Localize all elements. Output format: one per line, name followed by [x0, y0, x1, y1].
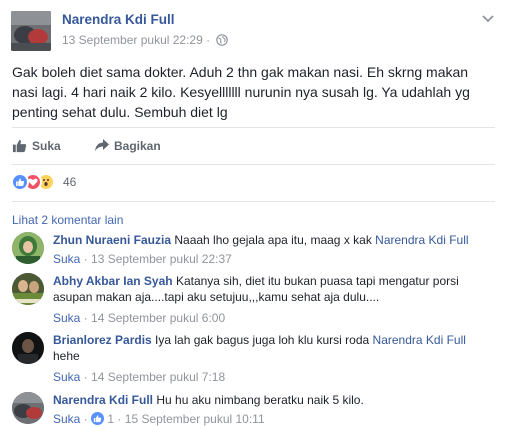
author-name[interactable]: Narendra Kdi Full	[62, 12, 175, 27]
thumbs-up-icon	[12, 139, 27, 153]
commenter-avatar[interactable]	[12, 273, 44, 305]
comment-like-link[interactable]: Suka	[53, 412, 80, 426]
comment-text-block: Brianlorez Pardis Iya lah gak bagus juga…	[53, 332, 493, 364]
like-reaction-icon	[91, 412, 105, 425]
comment-timestamp[interactable]: 14 September pukul 6:00	[91, 311, 225, 325]
commenter-avatar[interactable]	[12, 392, 44, 424]
comment-text: Iya lah gak bagus juga loh klu kursi rod…	[155, 333, 370, 347]
comment-like-count[interactable]: 1	[107, 412, 114, 426]
commenter-name[interactable]: Abhy Akbar Ian Syah	[53, 274, 173, 288]
comment-meta: Suka · 13 September pukul 22:37	[53, 252, 232, 266]
comment-text-block: Zhun Nuraeni Fauzia Naaah lho gejala apa…	[53, 232, 493, 248]
comment-meta: Suka · 14 September pukul 7:18	[53, 370, 225, 384]
meta-dot: ·	[83, 311, 88, 325]
commenter-name[interactable]: Narendra Kdi Full	[53, 393, 153, 407]
meta-dot: ·	[83, 370, 88, 384]
commenter-avatar[interactable]	[12, 332, 44, 364]
view-more-comments-link[interactable]: Lihat 2 komentar lain	[12, 213, 123, 227]
chevron-down-icon[interactable]	[481, 14, 495, 24]
time-separator: ·	[206, 33, 211, 47]
post-body: Gak boleh diet sama dokter. Aduh 2 thn g…	[12, 64, 470, 120]
comment-meta: Suka · 1 · 15 September pukul 10:11	[53, 412, 265, 426]
commenter-name[interactable]: Zhun Nuraeni Fauzia	[53, 233, 171, 247]
like-reaction-icon	[11, 173, 29, 191]
commenter-name[interactable]: Brianlorez Pardis	[53, 333, 152, 347]
tagged-user-link[interactable]: Narendra Kdi Full	[373, 333, 466, 347]
share-arrow-icon	[95, 139, 109, 151]
post-time-text[interactable]: 13 September pukul 22:29	[62, 33, 203, 47]
tagged-user-link[interactable]: Narendra Kdi Full	[375, 233, 468, 247]
meta-dot: ·	[117, 412, 122, 426]
like-label: Suka	[32, 139, 61, 153]
comment-timestamp[interactable]: 13 September pukul 22:37	[91, 252, 232, 266]
divider	[12, 164, 495, 165]
comment-text-block: Narendra Kdi Full Hu hu aku nimbang bera…	[53, 392, 493, 408]
meta-dot: ·	[83, 412, 88, 426]
comment-text-block: Abhy Akbar Ian Syah Katanya sih, diet it…	[53, 273, 493, 305]
post-header: Narendra Kdi Full 13 September pukul 22:…	[0, 0, 507, 56]
comment-meta: Suka · 14 September pukul 6:00	[53, 311, 225, 325]
comment-like-link[interactable]: Suka	[53, 252, 80, 266]
reaction-count[interactable]: 46	[63, 175, 76, 189]
post-timestamp[interactable]: 13 September pukul 22:29 ·	[62, 33, 229, 47]
divider	[12, 127, 495, 128]
author-avatar[interactable]	[11, 11, 51, 51]
comment-like-link[interactable]: Suka	[53, 311, 80, 325]
like-button[interactable]: Suka	[12, 136, 72, 156]
globe-icon	[216, 34, 229, 46]
meta-dot: ·	[83, 252, 88, 266]
divider	[12, 201, 495, 202]
comment-text-continued: hehe	[53, 349, 80, 363]
comment-text: Hu hu aku nimbang beratku naik 5 kilo.	[156, 393, 364, 407]
comment-text: Naaah lho gejala apa itu, maag x kak	[174, 233, 372, 247]
share-button[interactable]: Bagikan	[94, 136, 184, 156]
comment-like-link[interactable]: Suka	[53, 370, 80, 384]
commenter-avatar[interactable]	[12, 232, 44, 264]
comment-timestamp[interactable]: 15 September pukul 10:11	[125, 412, 265, 426]
comment-timestamp[interactable]: 14 September pukul 7:18	[91, 370, 225, 384]
share-label: Bagikan	[114, 139, 161, 153]
